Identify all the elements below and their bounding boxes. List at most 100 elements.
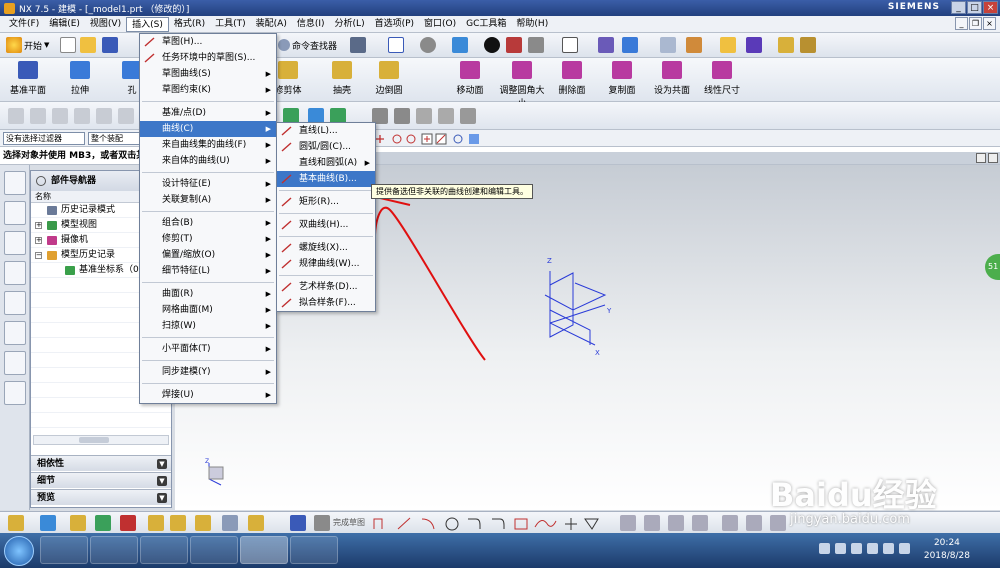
minimize-button[interactable]: _ bbox=[951, 1, 966, 14]
feature-button[interactable]: 拉伸 bbox=[56, 61, 104, 96]
gray-cube-icon[interactable] bbox=[528, 37, 544, 53]
close-button[interactable]: × bbox=[983, 1, 998, 14]
navigator-panel-header[interactable]: 细节 ▼ bbox=[31, 472, 171, 488]
rotate-icon[interactable] bbox=[622, 37, 638, 53]
taskbar-app-button[interactable] bbox=[290, 536, 338, 564]
menu-item[interactable]: 来自曲线集的曲线(F) ▶ bbox=[140, 137, 276, 153]
feature-button[interactable]: 抽壳 bbox=[318, 61, 366, 96]
doc-close-button[interactable]: × bbox=[983, 17, 996, 30]
menu-item[interactable]: 帮助(H) bbox=[511, 17, 553, 32]
taskbar-app-button[interactable] bbox=[140, 536, 188, 564]
tool-icon[interactable] bbox=[222, 515, 238, 531]
menu-item[interactable]: 矩形(R)... bbox=[277, 194, 375, 210]
tool-icon[interactable] bbox=[692, 515, 708, 531]
sketch-tool-icon[interactable] bbox=[118, 108, 134, 124]
tool-icon[interactable] bbox=[170, 515, 186, 531]
network-icon[interactable] bbox=[899, 543, 910, 554]
layer-settings-icon[interactable] bbox=[686, 37, 702, 53]
graphics-restore-button[interactable] bbox=[976, 153, 986, 163]
sketch-tool-icon[interactable] bbox=[52, 108, 68, 124]
scroll-thumb[interactable] bbox=[79, 437, 109, 443]
tray-icon[interactable] bbox=[867, 543, 878, 554]
windows-start-button[interactable] bbox=[4, 536, 34, 566]
yin-yang-icon[interactable] bbox=[484, 37, 500, 53]
tray-icon[interactable] bbox=[835, 543, 846, 554]
menu-item[interactable]: GC工具箱 bbox=[461, 17, 511, 32]
menu-item[interactable]: 艺术样条(D)... bbox=[277, 279, 375, 295]
analysis-icon[interactable] bbox=[746, 37, 762, 53]
type-filter-select[interactable]: 没有选择过滤器 bbox=[3, 132, 85, 145]
menu-item[interactable]: 插入(S) bbox=[126, 16, 169, 32]
expand-toggle-icon[interactable]: − bbox=[35, 252, 42, 259]
doc-minimize-button[interactable]: _ bbox=[955, 17, 968, 30]
menu-item[interactable]: 螺旋线(X)... bbox=[277, 240, 375, 256]
chevron-down-icon[interactable]: ▼ bbox=[157, 493, 167, 503]
menu-item[interactable]: 视图(V) bbox=[85, 17, 126, 32]
open-folder-icon[interactable] bbox=[80, 37, 96, 53]
taskbar-clock[interactable]: 20:24 2018/8/28 bbox=[924, 537, 970, 563]
menu-item[interactable]: 首选项(P) bbox=[370, 17, 419, 32]
snap-point-toolbar[interactable] bbox=[374, 132, 504, 146]
sketch-tool-icon[interactable] bbox=[8, 108, 24, 124]
sketch-tool-icon[interactable] bbox=[74, 108, 90, 124]
menu-item[interactable]: 基准/点(D) ▶ bbox=[140, 105, 276, 121]
menu-item[interactable]: 任务环境中的草图(S)... bbox=[140, 50, 276, 66]
tool-icon[interactable] bbox=[40, 515, 56, 531]
tool-icon[interactable] bbox=[746, 515, 762, 531]
tool-icon[interactable] bbox=[248, 515, 264, 531]
shaded-cube-icon[interactable] bbox=[452, 37, 468, 53]
constraint-navigator-tab[interactable] bbox=[4, 201, 26, 225]
menu-item[interactable]: 关联复制(A) ▶ bbox=[140, 192, 276, 208]
chevron-down-icon[interactable]: ▼ bbox=[157, 476, 167, 486]
menu-item[interactable]: 规律曲线(W)... bbox=[277, 256, 375, 272]
tray-icon[interactable] bbox=[851, 543, 862, 554]
menu-item[interactable]: 信息(I) bbox=[292, 17, 330, 32]
taskbar-app-button[interactable] bbox=[40, 536, 88, 564]
sketch-tool-icon[interactable] bbox=[30, 108, 46, 124]
volume-icon[interactable] bbox=[883, 543, 894, 554]
feature-button[interactable]: 边倒圆 bbox=[365, 61, 413, 96]
wcs-icon[interactable] bbox=[598, 37, 614, 53]
taskbar-nx-button[interactable] bbox=[240, 536, 288, 564]
tool-icon[interactable] bbox=[644, 515, 660, 531]
feature-button[interactable]: 移动面 bbox=[446, 61, 494, 96]
navigator-hscrollbar[interactable] bbox=[33, 435, 169, 445]
menu-item[interactable]: 同步建模(Y) ▶ bbox=[140, 364, 276, 380]
tool-icon[interactable] bbox=[70, 515, 86, 531]
palette-tab[interactable] bbox=[4, 381, 26, 405]
menu-item[interactable]: 圆弧/圆(C)... bbox=[277, 139, 375, 155]
menu-item[interactable]: 草图曲线(S) ▶ bbox=[140, 66, 276, 82]
menu-item[interactable]: 格式(R) bbox=[169, 17, 210, 32]
menu-item[interactable]: 文件(F) bbox=[4, 17, 44, 32]
menu-item[interactable]: 直线和圆弧(A) ▶ bbox=[277, 155, 375, 171]
menu-item[interactable]: 扫掠(W) ▶ bbox=[140, 318, 276, 334]
drafting-icon[interactable] bbox=[800, 37, 816, 53]
sketch-tool-icon[interactable] bbox=[96, 108, 112, 124]
menu-item[interactable]: 草图约束(K) ▶ bbox=[140, 82, 276, 98]
feature-button[interactable]: 删除面 bbox=[548, 61, 596, 96]
sketch-curve-tools[interactable] bbox=[370, 515, 610, 531]
part-navigator-tab[interactable] bbox=[4, 231, 26, 255]
pin-icon[interactable] bbox=[36, 176, 46, 186]
tool-icon[interactable] bbox=[668, 515, 684, 531]
sketch-icon[interactable] bbox=[290, 515, 306, 531]
menu-item[interactable]: 焊接(U) ▶ bbox=[140, 387, 276, 403]
navigator-panel-header[interactable]: 相依性 ▼ bbox=[31, 455, 171, 471]
tool-icon[interactable] bbox=[195, 515, 211, 531]
doc-restore-button[interactable]: ❐ bbox=[969, 17, 982, 30]
tool-icon[interactable] bbox=[8, 515, 24, 531]
fit-view-icon[interactable] bbox=[388, 37, 404, 53]
tool-icon[interactable] bbox=[620, 515, 636, 531]
tool-icon[interactable] bbox=[722, 515, 738, 531]
expand-toggle-icon[interactable]: + bbox=[35, 237, 42, 244]
red-cube-icon[interactable] bbox=[506, 37, 522, 53]
menu-item[interactable]: 工具(T) bbox=[210, 17, 251, 32]
menu-item[interactable]: 双曲线(H)... bbox=[277, 217, 375, 233]
measure-icon[interactable] bbox=[720, 37, 736, 53]
feature-button[interactable]: 设为共面 bbox=[648, 61, 696, 96]
menu-item[interactable]: 窗口(O) bbox=[419, 17, 461, 32]
clock-history-tab[interactable] bbox=[4, 321, 26, 345]
menu-item[interactable]: 曲线(C) ▶ bbox=[140, 121, 276, 137]
feature-button[interactable]: 基准平面 bbox=[4, 61, 52, 96]
command-finder-button[interactable]: 命令查找器 bbox=[278, 36, 337, 54]
